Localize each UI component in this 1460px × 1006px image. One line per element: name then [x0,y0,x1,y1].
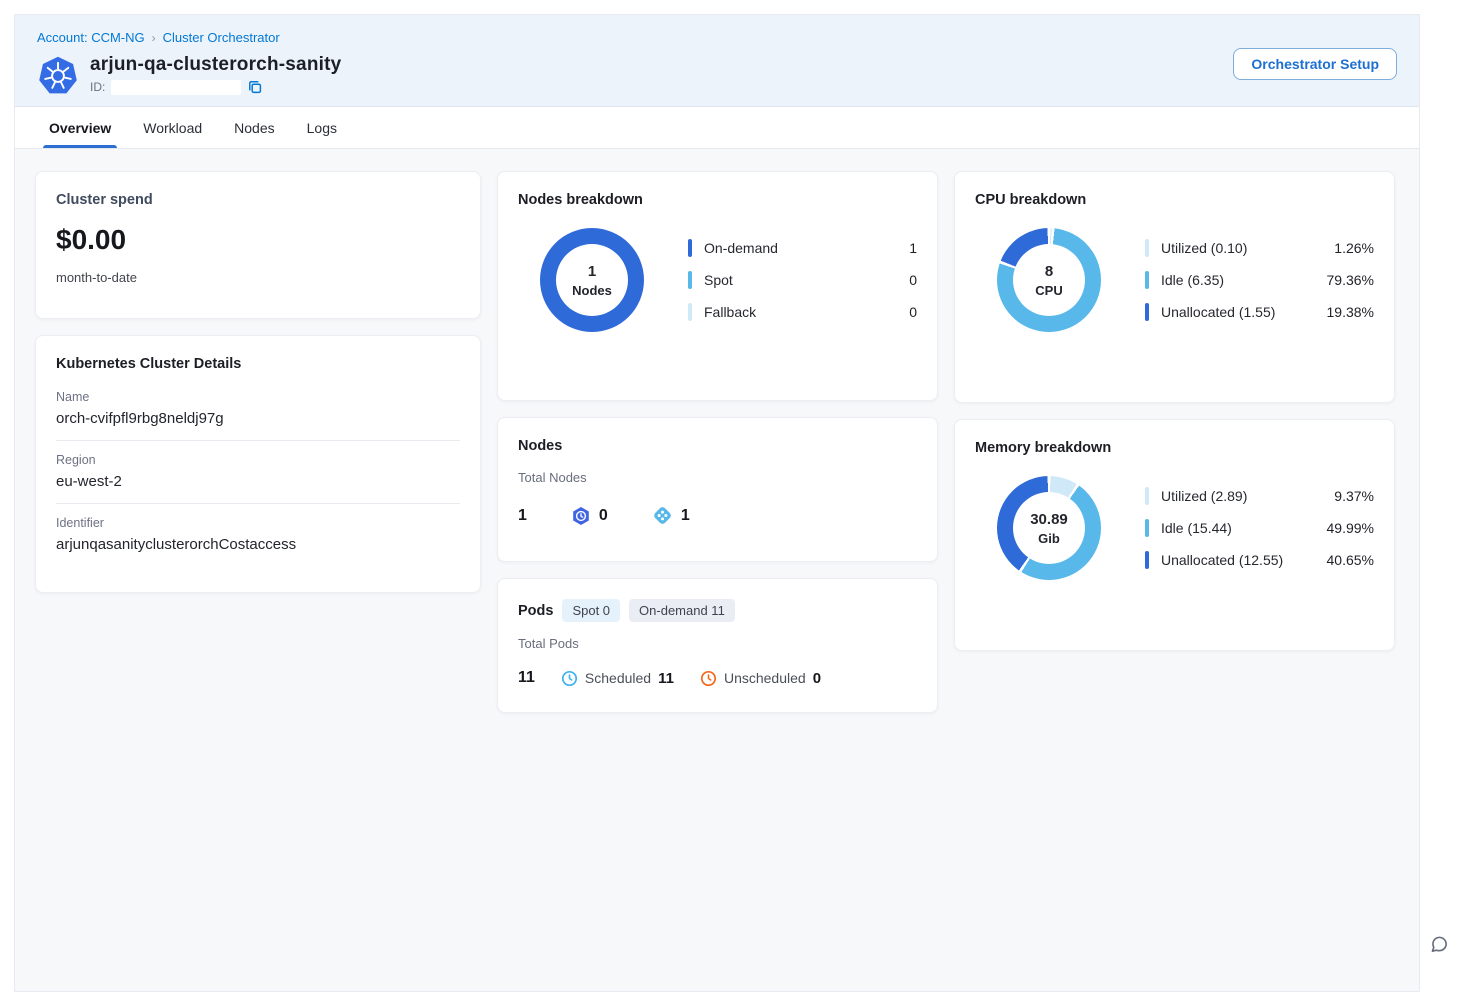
breadcrumb: Account: CCM-NG › Cluster Orchestrator [37,30,1397,45]
cpu-breakdown-card: CPU breakdown 8 CPU Utilized (0.10) [954,171,1395,403]
tab-logs[interactable]: Logs [307,107,337,148]
legend-item-idle: Idle (15.44) 49.99% [1145,519,1374,537]
utilized-color-bar [1145,487,1149,505]
scheduled-clock-icon [561,670,578,687]
kubernetes-cluster-details-card: Kubernetes Cluster Details Name orch-cvi… [35,335,481,593]
fallback-color-bar [688,303,692,321]
unallocated-color-bar [1145,551,1149,569]
kubernetes-icon [37,55,79,97]
chat-help-button[interactable] [1427,932,1451,959]
legend-item-unallocated: Unallocated (1.55) 19.38% [1145,303,1374,321]
breadcrumb-separator: › [152,31,156,45]
utilized-color-bar [1145,239,1149,257]
cluster-details-title: Kubernetes Cluster Details [56,356,460,372]
nodes-breakdown-title: Nodes breakdown [518,192,917,208]
idle-color-bar [1145,271,1149,289]
legend-item-spot: Spot 0 [688,271,917,289]
overview-content: Cluster spend $0.00 month-to-date Kubern… [15,149,1419,735]
chat-icon [1427,932,1451,956]
cpu-breakdown-title: CPU breakdown [975,192,1374,208]
nodes-donut-label: Nodes [572,283,612,298]
memory-donut-value: 30.89 [1030,511,1068,528]
legend-item-idle: Idle (6.35) 79.36% [1145,271,1374,289]
on-demand-node-icon [652,505,673,526]
spot-color-bar [688,271,692,289]
detail-field-region: Region eu-west-2 [56,440,460,503]
breadcrumb-account-link[interactable]: Account: CCM-NG [37,30,145,45]
on-demand-color-bar [688,239,692,257]
cpu-donut-chart: 8 CPU [997,228,1101,332]
cluster-spend-period: month-to-date [56,270,460,285]
cluster-spend-amount: $0.00 [56,224,460,256]
memory-breakdown-legend: Utilized (2.89) 9.37% Idle (15.44) 49.99… [1145,487,1374,569]
cpu-breakdown-legend: Utilized (0.10) 1.26% Idle (6.35) 79.36%… [1145,239,1374,321]
unscheduled-pods-stat: Unscheduled 0 [700,670,821,687]
spot-node-icon [571,506,591,526]
total-nodes-value: 1 [518,507,527,525]
memory-donut-chart: 30.89 Gib [997,476,1101,580]
unscheduled-pods-count: 0 [813,670,821,687]
tab-workload[interactable]: Workload [143,107,202,148]
nodes-card: Nodes Total Nodes 1 0 [497,417,938,562]
total-nodes-label: Total Nodes [518,470,917,485]
legend-item-utilized: Utilized (0.10) 1.26% [1145,239,1374,257]
nodes-donut-value: 1 [588,263,596,280]
pods-card-title: Pods [518,603,553,619]
cluster-id-value [111,80,241,95]
nodes-breakdown-card: Nodes breakdown 1 Nodes On-demand 1 [497,171,938,401]
nodes-donut-chart: 1 Nodes [540,228,644,332]
legend-item-on-demand: On-demand 1 [688,239,917,257]
cluster-spend-title: Cluster spend [56,192,460,208]
tab-nodes[interactable]: Nodes [234,107,274,148]
spot-nodes-count: 0 [599,507,608,525]
breadcrumb-cluster-orchestrator-link[interactable]: Cluster Orchestrator [163,30,280,45]
cpu-donut-value: 8 [1045,263,1053,280]
copy-id-button[interactable] [247,79,263,95]
legend-item-unallocated: Unallocated (12.55) 40.65% [1145,551,1374,569]
legend-item-utilized: Utilized (2.89) 9.37% [1145,487,1374,505]
unallocated-color-bar [1145,303,1149,321]
page-header: Account: CCM-NG › Cluster Orchestrator a… [15,15,1419,107]
nodes-breakdown-legend: On-demand 1 Spot 0 Fallback 0 [688,239,917,321]
cluster-id-label: ID: [90,80,105,94]
legend-item-fallback: Fallback 0 [688,303,917,321]
detail-field-identifier: Identifier arjunqasanityclusterorchCosta… [56,503,460,553]
memory-breakdown-card: Memory breakdown 30.89 Gib Utilized (2.8… [954,419,1395,651]
detail-field-name: Name orch-cvifpfl9rbg8neldj97g [56,390,460,440]
scheduled-pods-stat: Scheduled 11 [561,670,674,687]
copy-icon [247,79,263,95]
memory-breakdown-title: Memory breakdown [975,440,1374,456]
on-demand-pods-badge: On-demand 11 [629,599,735,622]
total-pods-value: 11 [518,669,535,687]
on-demand-nodes-count: 1 [681,507,690,525]
cpu-donut-label: CPU [1035,283,1062,298]
tab-overview[interactable]: Overview [49,107,111,148]
memory-donut-label: Gib [1038,531,1060,546]
pods-card: Pods Spot 0 On-demand 11 Total Pods 11 S… [497,578,938,713]
cluster-spend-card: Cluster spend $0.00 month-to-date [35,171,481,319]
orchestrator-setup-button[interactable]: Orchestrator Setup [1233,48,1397,80]
unscheduled-clock-icon [700,670,717,687]
page-title: arjun-qa-clusterorch-sanity [90,54,341,76]
idle-color-bar [1145,519,1149,537]
tab-bar: Overview Workload Nodes Logs [15,107,1419,149]
scheduled-pods-count: 11 [658,670,674,687]
spot-pods-badge: Spot 0 [562,599,620,622]
cluster-orchestrator-page: Account: CCM-NG › Cluster Orchestrator a… [14,14,1420,992]
nodes-card-title: Nodes [518,438,917,454]
on-demand-nodes-stat: 1 [652,505,690,526]
total-pods-label: Total Pods [518,636,917,651]
spot-nodes-stat: 0 [571,506,608,526]
